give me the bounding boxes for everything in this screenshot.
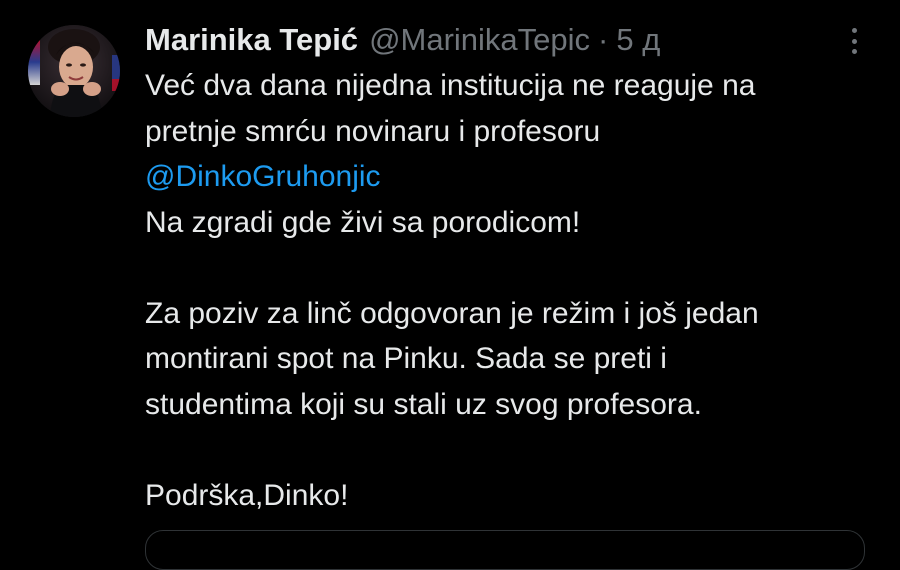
separator-dot: · — [598, 22, 609, 57]
more-dot — [851, 38, 857, 44]
avatar[interactable] — [28, 25, 120, 117]
timestamp[interactable]: 5 д — [616, 20, 660, 60]
media-card-edge[interactable] — [145, 530, 865, 570]
tweet-text-line: Podrška,Dinko! — [145, 478, 349, 512]
more-dot — [851, 49, 857, 54]
tweet-text-line: studentima koji su stali uz svog profeso… — [145, 387, 702, 421]
tweet-text-line: Na zgradi gde živi sa porodicom! — [145, 205, 581, 239]
tweet-text-line: pretnje smrću novinaru i profesoru — [145, 114, 601, 148]
tweet-text-line: Već dva dana nijedna institucija ne reag… — [145, 69, 756, 102]
paragraph-break — [145, 245, 865, 291]
tweet[interactable]: Marinika Tepić @MarinikaTepic · 5 д Već … — [0, 0, 900, 570]
user-handle[interactable]: @MarinikaTepic — [369, 20, 590, 60]
display-name[interactable]: Marinika Tepić — [145, 20, 358, 60]
tweet-header: Marinika Tepić @MarinikaTepic · 5 д — [145, 20, 660, 60]
more-dot — [851, 28, 857, 33]
tweet-text: Već dva dana nijedna institucija ne reag… — [145, 63, 865, 518]
tweet-text-line: montirani spot na Pinku. Sada se preti i — [145, 342, 667, 375]
profile-photo — [28, 25, 120, 117]
mention-link[interactable]: @DinkoGruhonjic — [145, 154, 865, 200]
tweet-text-line: Za poziv za linč odgovoran je režim i jo… — [145, 296, 759, 330]
paragraph-break — [145, 427, 865, 473]
more-vertical-icon[interactable] — [840, 26, 868, 56]
